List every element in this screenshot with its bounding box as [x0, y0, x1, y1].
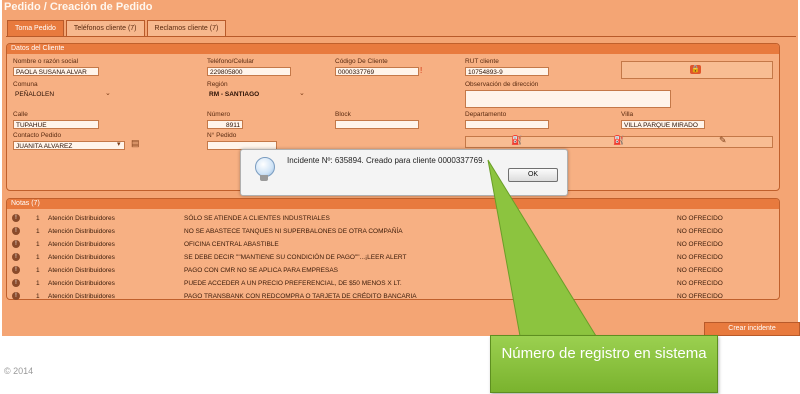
callout-box: Número de registro en sistema — [490, 335, 718, 393]
copyright-text: © 2014 — [4, 366, 34, 376]
